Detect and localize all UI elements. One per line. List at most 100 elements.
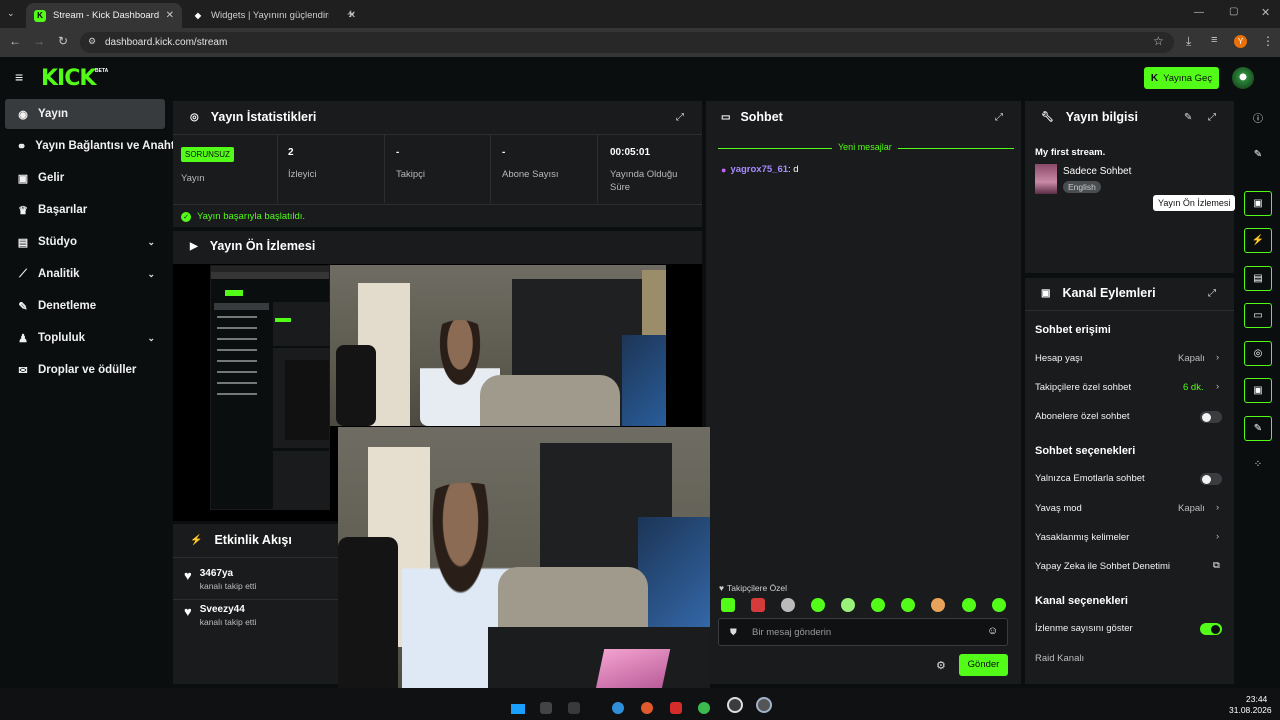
taskbar-app-icon[interactable] <box>727 697 743 713</box>
expand-icon[interactable]: ⤢ <box>995 112 1003 123</box>
forward-icon[interactable]: → <box>31 34 47 48</box>
hamburger-menu-icon[interactable]: ≡ <box>15 69 23 85</box>
bookmark-star-icon[interactable]: ☆ <box>1153 34 1164 48</box>
tab-stream[interactable]: K Stream - Kick Dashboard ✕ <box>26 3 182 28</box>
emoji-icon[interactable]: ☺ <box>987 625 998 637</box>
studio-icon: ▤ <box>17 236 29 249</box>
window-close-icon[interactable]: ✕ <box>1261 6 1270 19</box>
show-viewcount-toggle[interactable] <box>1200 623 1222 635</box>
emote-icon[interactable] <box>721 598 735 612</box>
clock-date[interactable]: 31.08.2026 <box>1229 705 1272 715</box>
chevron-right-icon[interactable]: › <box>1216 502 1219 513</box>
subscribers-only-toggle[interactable] <box>1200 411 1222 423</box>
chat-toggle-icon[interactable]: ▭ <box>1244 303 1272 328</box>
emote-icon[interactable] <box>781 598 795 612</box>
emote-icon[interactable] <box>871 598 885 612</box>
sidebar-item-droplar[interactable]: ✉ Droplar ve ödüller <box>5 355 165 385</box>
wrench-toggle-icon[interactable]: ✎ <box>1244 416 1272 441</box>
chat-access-header: Sohbet erişimi <box>1035 324 1111 336</box>
sidebar-item-label: Başarılar <box>38 204 88 216</box>
followers-only-value[interactable]: 6 dk. <box>1183 382 1204 393</box>
emote-icon[interactable] <box>992 598 1006 612</box>
emote-icon[interactable] <box>811 598 825 612</box>
sidebar-item-gelir[interactable]: ▣ Gelir <box>5 163 165 193</box>
reload-icon[interactable]: ↻ <box>55 34 71 48</box>
wrench-icon: ✎ <box>18 300 28 313</box>
emote-icon[interactable] <box>751 598 765 612</box>
expand-icon[interactable]: ⤢ <box>1208 288 1216 299</box>
banned-words-label[interactable]: Yasaklanmış kelimeler <box>1035 532 1129 543</box>
account-age-label[interactable]: Hesap yaşı <box>1035 353 1083 364</box>
media-icon[interactable]: ≡ <box>1211 34 1217 46</box>
emote-icon[interactable] <box>962 598 976 612</box>
expand-icon[interactable]: ⤢ <box>676 112 684 123</box>
address-bar[interactable] <box>80 32 1174 53</box>
sidebar-item-denetleme[interactable]: ✎ Denetleme <box>5 291 165 321</box>
taskbar-app-icon[interactable] <box>641 702 653 714</box>
back-icon[interactable]: ← <box>7 34 23 48</box>
expand-icon[interactable]: ⤢ <box>1208 112 1216 123</box>
raid-channel-label[interactable]: Raid Kanalı <box>1035 653 1084 664</box>
kick-logo[interactable]: KICK <box>41 66 96 91</box>
bolt-icon[interactable]: ⚡ <box>1244 228 1272 253</box>
ai-moderation-label[interactable]: Yapay Zeka ile Sohbet Denetimi <box>1035 561 1170 572</box>
apps-icon[interactable]: ⁘ <box>1244 452 1272 477</box>
sidebar-item-basarilar[interactable]: ♛ Başarılar <box>5 195 165 225</box>
stats-toggle-icon[interactable]: ▤ <box>1244 266 1272 291</box>
go-live-button[interactable]: K Yayına Geç <box>1144 67 1219 89</box>
followers-label: Takipçi <box>396 169 426 180</box>
edit-icon[interactable]: ✎ <box>1244 142 1272 167</box>
url-text[interactable]: dashboard.kick.com/stream <box>105 37 227 48</box>
maximize-icon[interactable]: ▢ <box>1229 6 1238 17</box>
new-tab-icon[interactable]: + <box>347 6 355 21</box>
user-avatar[interactable] <box>1232 67 1254 89</box>
taskbar-app-icon[interactable] <box>698 702 710 714</box>
minimize-icon[interactable]: — <box>1194 7 1204 18</box>
external-link-icon[interactable]: ⧉ <box>1213 560 1220 571</box>
channel-actions-toggle-icon[interactable]: ▣ <box>1244 378 1272 403</box>
start-icon[interactable] <box>511 704 525 714</box>
chat-settings-icon[interactable]: ⚙ <box>936 659 946 672</box>
browser-menu-icon[interactable]: ⋮ <box>1262 34 1274 48</box>
category-name[interactable]: Sadece Sohbet <box>1063 166 1131 177</box>
followers-only-label[interactable]: Takipçilere özel sohbet <box>1035 382 1131 393</box>
chat-username[interactable]: yagrox75_61 <box>730 164 788 175</box>
profile-avatar[interactable]: Y <box>1234 35 1247 48</box>
emote-icon[interactable] <box>901 598 915 612</box>
taskbar-app-icon[interactable] <box>756 697 772 713</box>
slow-mode-value[interactable]: Kapalı <box>1178 503 1205 514</box>
stats-divider <box>277 135 278 203</box>
emote-icon[interactable] <box>931 598 945 612</box>
site-info-icon[interactable]: ⚙ <box>88 36 96 47</box>
sidebar-item-label: Stüdyo <box>38 236 77 248</box>
taskbar-app-icon[interactable] <box>612 702 624 714</box>
download-icon[interactable]: ⤓ <box>1186 34 1191 49</box>
sidebar-item-stream-key[interactable]: ⚭ Yayın Bağlantısı ve Anahtar <box>5 131 173 161</box>
sidebar-item-analitik[interactable]: ⟋ Analitik ⌄ <box>5 259 165 289</box>
preview-toggle-icon[interactable]: ▣ <box>1244 191 1272 216</box>
chevron-right-icon[interactable]: › <box>1216 352 1219 363</box>
emote-icon[interactable] <box>841 598 855 612</box>
tab-widgets[interactable]: ◆ Widgets | Yayınını güçlendirme ✕ <box>184 3 364 28</box>
emote-only-toggle[interactable] <box>1200 473 1222 485</box>
tab-search-button[interactable]: ⌄ <box>7 8 15 19</box>
target-icon[interactable]: ◎ <box>1244 341 1272 366</box>
clock-time[interactable]: 23:44 <box>1246 694 1267 704</box>
edit-icon[interactable]: ✎ <box>1184 112 1192 123</box>
info-icon[interactable]: ⓘ <box>1244 105 1272 130</box>
followers-value: - <box>396 147 400 158</box>
chevron-right-icon[interactable]: › <box>1216 531 1219 542</box>
taskbar-app-icon[interactable] <box>568 702 580 714</box>
send-button[interactable]: Gönder <box>959 654 1008 676</box>
taskbar-app-icon[interactable] <box>540 702 552 714</box>
chevron-down-icon: ⌄ <box>147 268 155 279</box>
sidebar-item-yayin[interactable]: ◉ Yayın <box>5 99 165 129</box>
sidebar-item-topluluk[interactable]: ♟ Topluluk ⌄ <box>5 323 165 353</box>
close-tab-icon[interactable]: ✕ <box>166 10 174 21</box>
slow-mode-label[interactable]: Yavaş mod <box>1035 503 1082 514</box>
taskbar-app-icon[interactable] <box>670 702 682 714</box>
account-age-value[interactable]: Kapalı <box>1178 353 1205 364</box>
sidebar-item-studyo[interactable]: ▤ Stüdyo ⌄ <box>5 227 165 257</box>
chevron-right-icon[interactable]: › <box>1216 381 1219 392</box>
monitor <box>622 335 666 426</box>
